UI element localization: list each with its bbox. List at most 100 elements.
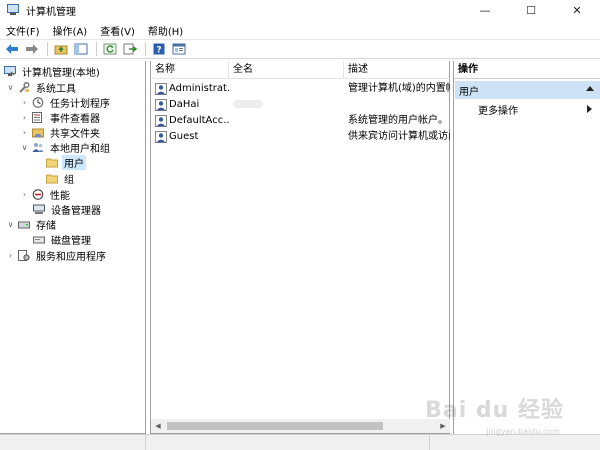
navigation-tree: 计算机管理(本地) ∨ 系统工具 › 任务计划程序 › 事件查看器 › 共享文件… [0,61,146,434]
tree-item-label: 事件查看器 [50,114,100,125]
clock-icon [32,97,44,108]
tree-item-system-tools[interactable]: ∨ 系统工具 [6,80,78,95]
status-cell [146,435,430,450]
tree-item-local-users-groups[interactable]: ∨ 本地用户和组 [20,140,112,155]
expand-chevron-icon[interactable]: › [20,113,29,122]
tree-item-performance[interactable]: › 性能 [20,187,72,202]
user-description: 供来宾访问计算机或访问域的内 [348,131,450,142]
tree-item-shared-folders[interactable]: › 共享文件夹 [20,125,102,140]
shared-folder-icon [32,128,44,138]
status-cell [0,435,146,450]
tree-item-groups[interactable]: 组 [46,171,76,186]
baidu-watermark-url: jingyan.baidu.com [486,427,560,436]
computer-management-icon [4,66,16,76]
user-name: DaHai [169,99,200,110]
tree-item-label: 存储 [36,221,56,232]
more-actions-item[interactable]: 更多操作 [478,102,598,117]
actions-section-label: 用户 [459,86,479,98]
users-groups-icon [32,143,44,152]
close-button[interactable]: ✕ [554,0,600,20]
tree-item-task-scheduler[interactable]: › 任务计划程序 [20,95,112,110]
refresh-icon [103,43,117,55]
show-hide-tree-button[interactable] [72,41,90,57]
horizontal-scrollbar[interactable]: ◀ ▶ [151,419,450,433]
tree-item-services-applications[interactable]: › 服务和应用程序 [6,248,108,263]
user-icon [155,83,167,95]
collapse-chevron-icon[interactable]: ∨ [6,220,15,229]
expand-chevron-icon[interactable]: › [20,98,29,107]
list-item[interactable]: Guest 供来宾访问计算机或访问域的内 [151,129,450,145]
column-header-fullname[interactable]: 全名 [229,61,344,79]
tree-item-computer-management[interactable]: 计算机管理(本地) [4,64,102,79]
actions-pane: 操作 用户 更多操作 [453,61,600,434]
export-list-button[interactable] [121,41,139,57]
export-list-icon [123,43,137,55]
menu-view[interactable]: 查看(V) [100,23,135,38]
expand-chevron-icon[interactable]: › [6,251,15,260]
list-item[interactable]: DaHai [151,97,450,113]
scroll-track[interactable] [165,419,436,433]
list-header: 名称 全名 描述 [151,61,450,79]
maximize-button[interactable]: ☐ [508,0,554,20]
expand-chevron-icon[interactable]: › [20,190,29,199]
title-bar: 计算机管理 — ☐ ✕ [0,0,600,20]
tree-item-users[interactable]: 用户 [46,155,86,170]
actions-section-users[interactable]: 用户 [455,81,600,99]
user-description [344,97,450,113]
forward-arrow-icon [26,44,38,54]
tree-item-event-viewer[interactable]: › 事件查看器 [20,110,102,125]
properties-icon [172,43,186,55]
column-header-description[interactable]: 描述 [344,61,450,79]
user-fullname [229,129,344,145]
user-name: Guest [169,131,199,142]
tree-item-device-manager[interactable]: 设备管理器 [33,202,103,217]
user-description: 系统管理的用户帐户。 [348,115,448,126]
disk-icon [33,236,45,244]
collapse-chevron-icon[interactable]: ∨ [20,143,29,152]
expand-chevron-icon[interactable]: › [20,128,29,137]
status-bar [0,434,600,450]
more-actions-label: 更多操作 [478,106,518,117]
tree-item-storage[interactable]: ∨ 存储 [6,217,58,232]
user-description: 管理计算机(域)的内置帐户 [348,83,450,94]
minimize-button[interactable]: — [462,0,508,20]
menu-bar: 文件(F) 操作(A) 查看(V) 帮助(H) [0,21,600,39]
scroll-thumb[interactable] [167,422,383,430]
tree-item-label: 磁盘管理 [51,236,91,247]
storage-icon [18,221,30,229]
toolbar: ? [0,39,600,59]
collapse-chevron-icon[interactable]: ∨ [6,83,15,92]
status-cell [430,435,600,450]
back-button[interactable] [3,41,21,57]
refresh-button[interactable] [101,41,119,57]
performance-icon [32,189,44,200]
folder-icon [46,174,58,184]
list-item[interactable]: DefaultAcc... 系统管理的用户帐户。 [151,113,450,129]
menu-file[interactable]: 文件(F) [6,23,40,38]
collapse-up-icon[interactable] [586,86,594,91]
users-list: 名称 全名 描述 Administrat... 管理计算机(域)的内置帐户 Da… [150,61,450,434]
tools-icon [19,82,30,93]
folder-icon [46,158,58,168]
tree-item-label: 性能 [50,191,70,202]
up-one-level-button[interactable] [52,41,70,57]
toolbar-separator [96,42,97,56]
help-button[interactable]: ? [150,41,168,57]
redacted-blur [233,100,263,108]
svg-text:?: ? [156,46,161,56]
tree-item-label: 系统工具 [36,84,76,95]
scroll-left-icon[interactable]: ◀ [151,419,165,433]
menu-action[interactable]: 操作(A) [53,23,88,38]
menu-help[interactable]: 帮助(H) [148,23,183,38]
tree-item-disk-management[interactable]: 磁盘管理 [33,232,93,247]
column-header-name[interactable]: 名称 [151,61,229,79]
forward-button[interactable] [23,41,41,57]
submenu-arrow-icon [587,105,592,113]
back-arrow-icon [6,44,18,54]
user-name: DefaultAcc... [169,115,229,126]
user-fullname [229,113,344,129]
properties-button[interactable] [170,41,188,57]
user-fullname-redacted [229,97,344,113]
list-item[interactable]: Administrat... 管理计算机(域)的内置帐户 [151,81,450,97]
tree-item-label: 设备管理器 [51,206,101,217]
